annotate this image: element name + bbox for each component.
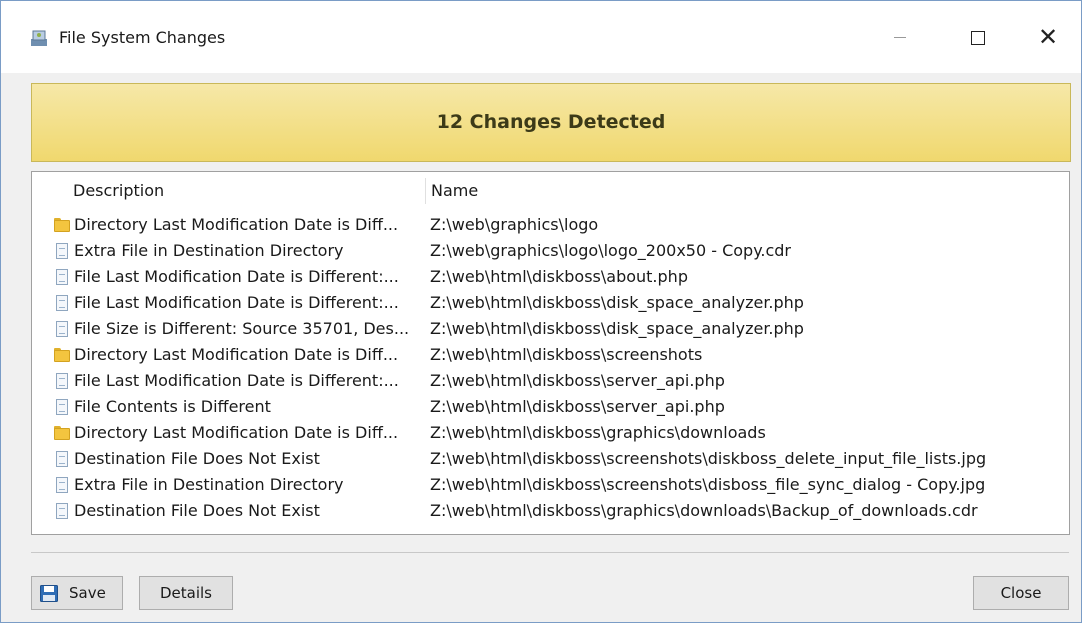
row-name: Z:\web\html\diskboss\disk_space_analyzer… <box>430 293 804 312</box>
row-description: Destination File Does Not Exist <box>74 449 320 468</box>
row-name: Z:\web\graphics\logo\logo_200x50 - Copy.… <box>430 241 792 260</box>
list-item[interactable]: Directory Last Modification Date is Diff… <box>32 420 1069 446</box>
file-icon <box>54 373 70 389</box>
file-system-changes-window: File System Changes ✕ 12 Changes Detecte… <box>0 0 1082 623</box>
row-description: Destination File Does Not Exist <box>74 501 320 520</box>
row-name: Z:\web\html\diskboss\screenshots\diskbos… <box>430 449 987 468</box>
file-icon <box>54 321 70 337</box>
row-name: Z:\web\html\diskboss\screenshots <box>430 345 703 364</box>
list-item[interactable]: File Last Modification Date is Different… <box>32 264 1069 290</box>
save-icon <box>40 585 58 602</box>
close-window-button[interactable]: ✕ <box>1025 17 1071 57</box>
close-button-label: Close <box>1000 584 1042 602</box>
folder-icon <box>54 425 70 441</box>
row-description: File Last Modification Date is Different… <box>74 267 399 286</box>
column-separator[interactable] <box>425 178 426 204</box>
save-button-label: Save <box>69 584 106 602</box>
row-name: Z:\web\html\diskboss\screenshots\disboss… <box>430 475 986 494</box>
row-description: File Contents is Different <box>74 397 271 416</box>
file-icon <box>54 399 70 415</box>
row-description: Directory Last Modification Date is Diff… <box>74 345 399 364</box>
details-button-label: Details <box>159 584 212 602</box>
list-item[interactable]: Directory Last Modification Date is Diff… <box>32 342 1069 368</box>
window-title: File System Changes <box>59 28 226 47</box>
changes-count-text: 12 Changes Detected <box>436 111 666 133</box>
row-description: File Last Modification Date is Different… <box>74 371 399 390</box>
row-name: Z:\web\html\diskboss\server_api.php <box>430 371 725 390</box>
file-icon <box>54 477 70 493</box>
row-name: Z:\web\html\diskboss\about.php <box>430 267 688 286</box>
list-item[interactable]: File Last Modification Date is Different… <box>32 290 1069 316</box>
divider <box>31 552 1069 553</box>
maximize-icon <box>971 30 985 45</box>
row-name: Z:\web\html\diskboss\graphics\downloads\… <box>430 501 978 520</box>
save-button[interactable]: Save <box>31 576 123 610</box>
list-item[interactable]: Destination File Does Not Exist Z:\web\ht… <box>32 446 1069 472</box>
row-name: Z:\web\html\diskboss\server_api.php <box>430 397 725 416</box>
changes-banner: 12 Changes Detected <box>31 83 1071 162</box>
close-icon: ✕ <box>1037 23 1059 51</box>
minimize-button[interactable] <box>877 17 923 57</box>
row-name: Z:\web\html\diskboss\graphics\downloads <box>430 423 766 442</box>
file-icon <box>54 269 70 285</box>
file-icon <box>54 503 70 519</box>
row-description: Directory Last Modification Date is Diff… <box>74 423 399 442</box>
folder-icon <box>54 347 70 363</box>
row-description: Extra File in Destination Directory <box>74 241 344 260</box>
close-button[interactable]: Close <box>973 576 1069 610</box>
changes-list[interactable]: Description Name Directory Last Modifica… <box>31 171 1070 535</box>
title-bar[interactable]: File System Changes ✕ <box>1 1 1081 73</box>
maximize-button[interactable] <box>955 17 1001 57</box>
list-item[interactable]: File Size is Different: Source 35701, De… <box>32 316 1069 342</box>
list-item[interactable]: Destination File Does Not Exist Z:\web\ht… <box>32 498 1069 524</box>
list-rows: Directory Last Modification Date is Diff… <box>32 212 1069 524</box>
minimize-icon <box>894 37 906 38</box>
list-header: Description Name <box>32 172 1069 208</box>
list-item[interactable]: Directory Last Modification Date is Diff… <box>32 212 1069 238</box>
row-description: File Last Modification Date is Different… <box>74 293 399 312</box>
column-header-description[interactable]: Description <box>73 181 164 200</box>
row-name: Z:\web\html\diskboss\disk_space_analyzer… <box>430 319 804 338</box>
list-item[interactable]: Extra File in Destination Directory Z:\we… <box>32 472 1069 498</box>
column-header-name[interactable]: Name <box>431 181 478 200</box>
app-icon <box>31 30 47 46</box>
folder-icon <box>54 217 70 233</box>
row-description: Directory Last Modification Date is Diff… <box>74 215 399 234</box>
details-button[interactable]: Details <box>139 576 233 610</box>
row-name: Z:\web\graphics\logo <box>430 215 599 234</box>
list-item[interactable]: File Contents is Different Z:\web\html\di… <box>32 394 1069 420</box>
list-item[interactable]: File Last Modification Date is Different… <box>32 368 1069 394</box>
row-description: Extra File in Destination Directory <box>74 475 344 494</box>
list-item[interactable]: Extra File in Destination Directory Z:\we… <box>32 238 1069 264</box>
file-icon <box>54 451 70 467</box>
row-description: File Size is Different: Source 35701, De… <box>74 319 410 338</box>
file-icon <box>54 295 70 311</box>
file-icon <box>54 243 70 259</box>
